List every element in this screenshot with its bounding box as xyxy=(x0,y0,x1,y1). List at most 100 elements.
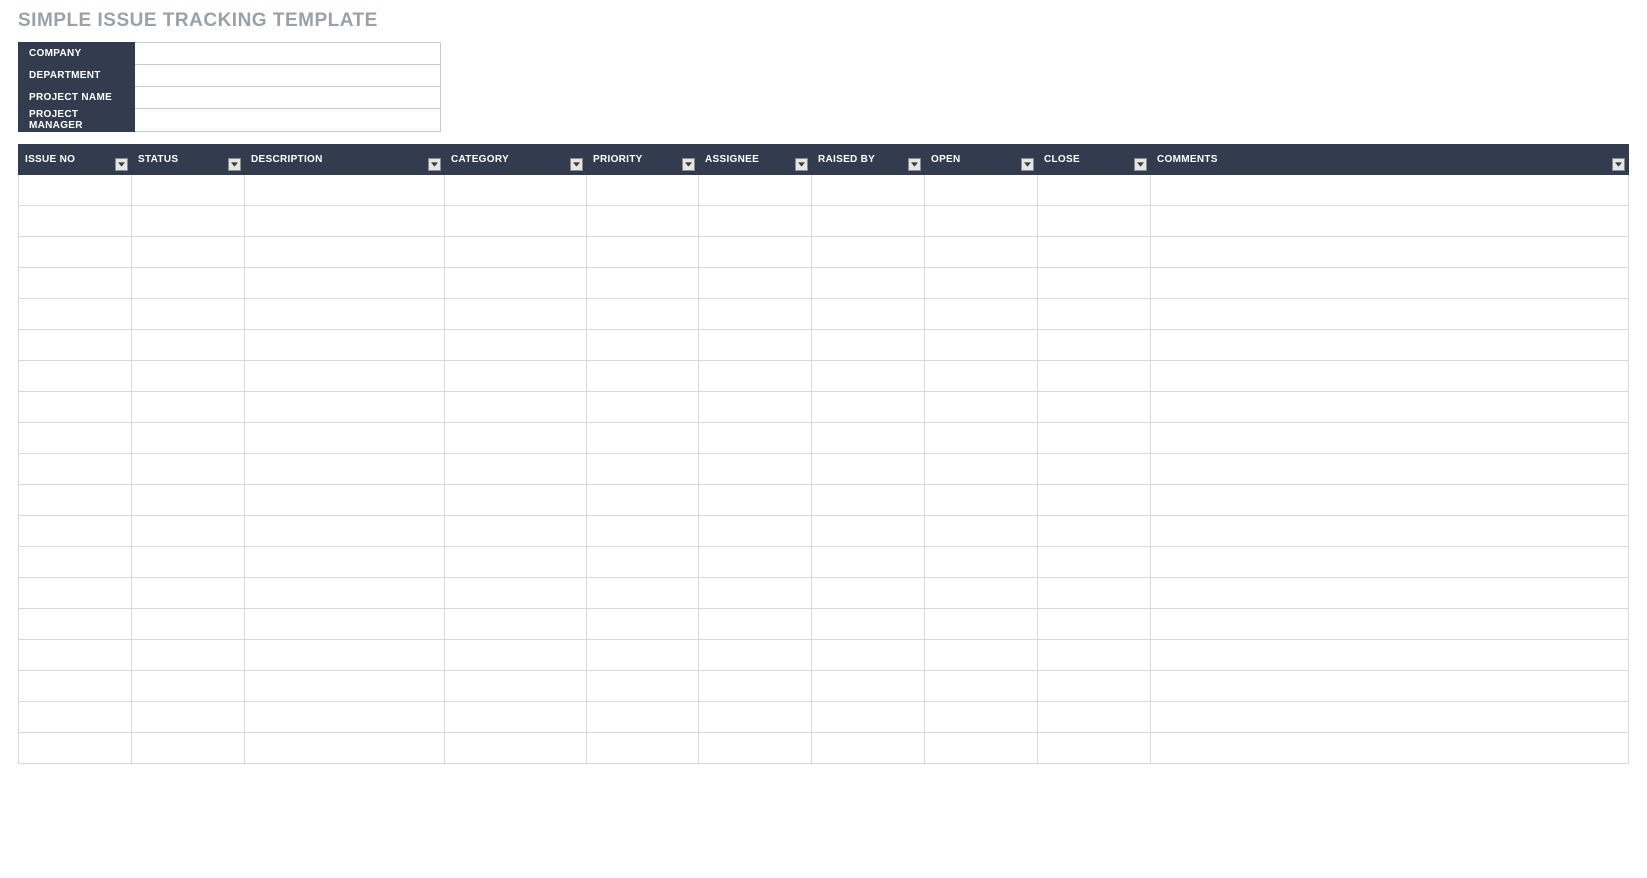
cell-raised-by[interactable] xyxy=(812,268,925,299)
cell-description[interactable] xyxy=(245,702,445,733)
cell-description[interactable] xyxy=(245,640,445,671)
cell-open[interactable] xyxy=(925,671,1038,702)
cell-close[interactable] xyxy=(1038,578,1151,609)
meta-value-company[interactable] xyxy=(135,43,441,65)
cell-priority[interactable] xyxy=(587,578,699,609)
cell-description[interactable] xyxy=(245,609,445,640)
cell-priority[interactable] xyxy=(587,485,699,516)
cell-assignee[interactable] xyxy=(699,175,812,206)
meta-value-department[interactable] xyxy=(135,65,441,87)
cell-open[interactable] xyxy=(925,516,1038,547)
filter-dropdown-icon-raised-by[interactable] xyxy=(908,158,921,171)
cell-close[interactable] xyxy=(1038,361,1151,392)
col-header-status[interactable]: STATUS xyxy=(132,145,245,175)
cell-description[interactable] xyxy=(245,516,445,547)
cell-description[interactable] xyxy=(245,237,445,268)
cell-raised-by[interactable] xyxy=(812,609,925,640)
cell-priority[interactable] xyxy=(587,733,699,764)
filter-dropdown-icon-assignee[interactable] xyxy=(795,158,808,171)
filter-dropdown-icon-open[interactable] xyxy=(1021,158,1034,171)
cell-category[interactable] xyxy=(445,640,587,671)
cell-comments[interactable] xyxy=(1151,361,1629,392)
cell-priority[interactable] xyxy=(587,609,699,640)
cell-open[interactable] xyxy=(925,330,1038,361)
cell-assignee[interactable] xyxy=(699,547,812,578)
cell-assignee[interactable] xyxy=(699,702,812,733)
cell-status[interactable] xyxy=(132,702,245,733)
cell-category[interactable] xyxy=(445,206,587,237)
cell-description[interactable] xyxy=(245,733,445,764)
cell-status[interactable] xyxy=(132,330,245,361)
cell-status[interactable] xyxy=(132,268,245,299)
cell-status[interactable] xyxy=(132,733,245,764)
cell-assignee[interactable] xyxy=(699,423,812,454)
cell-close[interactable] xyxy=(1038,516,1151,547)
cell-priority[interactable] xyxy=(587,671,699,702)
cell-open[interactable] xyxy=(925,702,1038,733)
cell-priority[interactable] xyxy=(587,516,699,547)
cell-assignee[interactable] xyxy=(699,237,812,268)
cell-issue-no[interactable] xyxy=(19,485,132,516)
col-header-assignee[interactable]: ASSIGNEE xyxy=(699,145,812,175)
cell-description[interactable] xyxy=(245,392,445,423)
cell-assignee[interactable] xyxy=(699,671,812,702)
cell-comments[interactable] xyxy=(1151,733,1629,764)
cell-issue-no[interactable] xyxy=(19,237,132,268)
cell-raised-by[interactable] xyxy=(812,423,925,454)
cell-close[interactable] xyxy=(1038,268,1151,299)
cell-priority[interactable] xyxy=(587,454,699,485)
cell-priority[interactable] xyxy=(587,423,699,454)
cell-raised-by[interactable] xyxy=(812,206,925,237)
cell-description[interactable] xyxy=(245,268,445,299)
cell-close[interactable] xyxy=(1038,547,1151,578)
cell-raised-by[interactable] xyxy=(812,237,925,268)
cell-assignee[interactable] xyxy=(699,516,812,547)
cell-assignee[interactable] xyxy=(699,330,812,361)
filter-dropdown-icon-description[interactable] xyxy=(428,158,441,171)
cell-open[interactable] xyxy=(925,454,1038,485)
cell-comments[interactable] xyxy=(1151,609,1629,640)
cell-category[interactable] xyxy=(445,237,587,268)
cell-category[interactable] xyxy=(445,392,587,423)
cell-close[interactable] xyxy=(1038,485,1151,516)
cell-issue-no[interactable] xyxy=(19,640,132,671)
cell-open[interactable] xyxy=(925,268,1038,299)
cell-close[interactable] xyxy=(1038,640,1151,671)
cell-close[interactable] xyxy=(1038,392,1151,423)
col-header-description[interactable]: DESCRIPTION xyxy=(245,145,445,175)
cell-status[interactable] xyxy=(132,485,245,516)
filter-dropdown-icon-close[interactable] xyxy=(1134,158,1147,171)
cell-category[interactable] xyxy=(445,485,587,516)
cell-status[interactable] xyxy=(132,423,245,454)
cell-raised-by[interactable] xyxy=(812,516,925,547)
cell-assignee[interactable] xyxy=(699,454,812,485)
cell-close[interactable] xyxy=(1038,609,1151,640)
cell-description[interactable] xyxy=(245,175,445,206)
cell-open[interactable] xyxy=(925,361,1038,392)
cell-raised-by[interactable] xyxy=(812,547,925,578)
cell-issue-no[interactable] xyxy=(19,361,132,392)
cell-issue-no[interactable] xyxy=(19,423,132,454)
cell-issue-no[interactable] xyxy=(19,547,132,578)
cell-comments[interactable] xyxy=(1151,206,1629,237)
cell-priority[interactable] xyxy=(587,547,699,578)
cell-close[interactable] xyxy=(1038,423,1151,454)
cell-comments[interactable] xyxy=(1151,702,1629,733)
cell-issue-no[interactable] xyxy=(19,268,132,299)
col-header-raised-by[interactable]: RAISED BY xyxy=(812,145,925,175)
cell-comments[interactable] xyxy=(1151,578,1629,609)
cell-close[interactable] xyxy=(1038,206,1151,237)
cell-comments[interactable] xyxy=(1151,268,1629,299)
cell-assignee[interactable] xyxy=(699,206,812,237)
cell-category[interactable] xyxy=(445,361,587,392)
cell-assignee[interactable] xyxy=(699,392,812,423)
cell-status[interactable] xyxy=(132,609,245,640)
cell-description[interactable] xyxy=(245,330,445,361)
cell-close[interactable] xyxy=(1038,671,1151,702)
cell-issue-no[interactable] xyxy=(19,392,132,423)
cell-issue-no[interactable] xyxy=(19,175,132,206)
cell-open[interactable] xyxy=(925,609,1038,640)
cell-raised-by[interactable] xyxy=(812,392,925,423)
cell-comments[interactable] xyxy=(1151,423,1629,454)
cell-raised-by[interactable] xyxy=(812,640,925,671)
